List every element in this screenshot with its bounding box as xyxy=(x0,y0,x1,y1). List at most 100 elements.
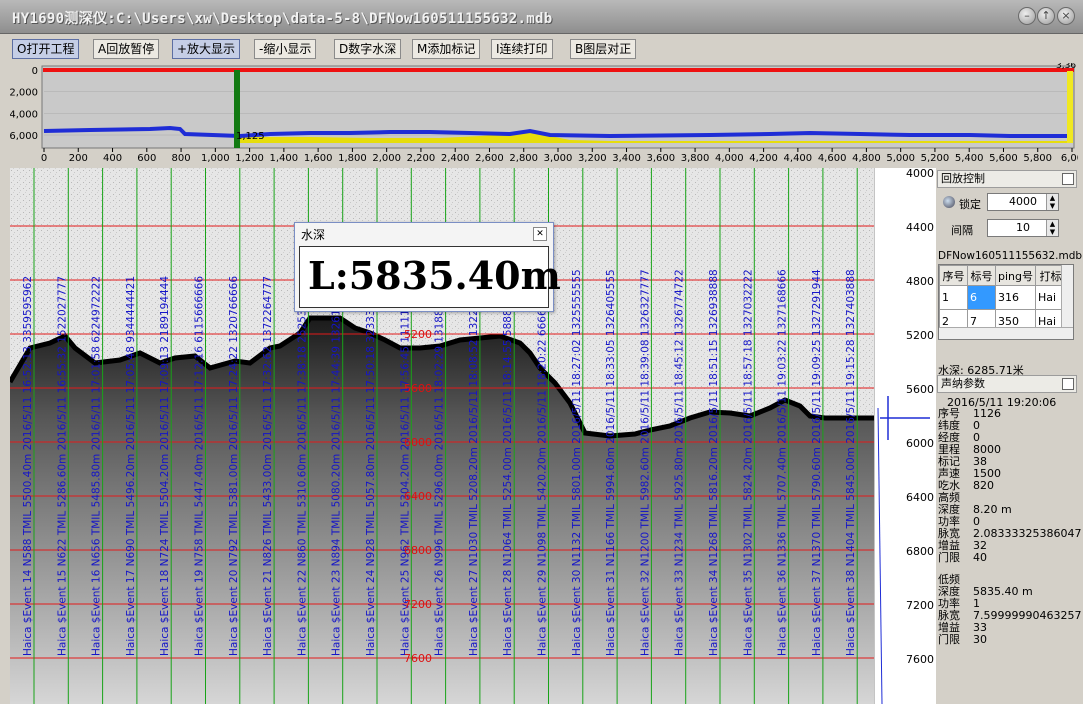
table-vscroll[interactable] xyxy=(1061,265,1073,327)
overview-x-tick: 4,800 xyxy=(852,153,881,164)
event-label: Haica $Event 32 N1200 TMIL 5982.60m 2016… xyxy=(639,269,651,656)
overview-x-tick: 600 xyxy=(137,153,156,164)
overview-svg: 1,125 3,36 0 2,000 4,000 6,000 0 200 400 600 80… xyxy=(9,61,1083,164)
sonar-params-checkbox[interactable] xyxy=(1062,378,1074,390)
depth-label: 6000 xyxy=(404,436,432,449)
popup-close-icon[interactable]: ✕ xyxy=(533,227,547,241)
event-label: Haica $Event 15 N622 TMIL 5286.60m 2016/… xyxy=(56,276,68,656)
depth-label: 5200 xyxy=(404,328,432,341)
depth-axis-tick: 4400 xyxy=(906,221,934,234)
overview-x-tick: 1,000 xyxy=(201,153,230,164)
toolbar: O打开工程 A回放暂停 +放大显示 -缩小显示 D数字水深 M添加标记 I连续打… xyxy=(0,34,1083,64)
table-row[interactable]: 1 6 316 Hai xyxy=(939,285,1066,310)
sonar-params-label: 声纳参数 xyxy=(941,377,985,390)
event-label: Haica $Event 36 N1336 TMIL 5707.40m 2016… xyxy=(777,269,789,656)
digital-depth-button[interactable]: D数字水深 xyxy=(334,39,402,59)
overview-x-tick: 3,000 xyxy=(544,153,573,164)
depth-axis-tick: 7200 xyxy=(906,599,934,612)
overview-y-tick: 2,000 xyxy=(10,88,38,99)
side-panel: 回放控制 锁定 4000 ▲ ▼ 间隔 10 ▲ ▼ DFNow1605111556… xyxy=(937,168,1083,704)
maximize-icon[interactable]: ↑ xyxy=(1037,7,1055,25)
overview-x-tick: 2,400 xyxy=(441,153,470,164)
marker-table[interactable]: 序号 标号 ping号 打标 1 6 316 Hai 2 7 350 Hai xyxy=(938,264,1074,340)
popup-depth-value: L:5835.40m xyxy=(308,253,561,298)
overview-x-tick: 6,00 xyxy=(1061,153,1078,164)
overview-x-tick: 4,000 xyxy=(715,153,744,164)
interval-value-input[interactable]: 10 ▲ ▼ xyxy=(987,219,1059,237)
table-cell[interactable]: 1 xyxy=(939,285,968,310)
overview-x-tick: 1,200 xyxy=(235,153,264,164)
param-value: 30 xyxy=(973,633,987,646)
overview-x-tick: 3,600 xyxy=(646,153,675,164)
overview-edge-bar xyxy=(1067,71,1073,143)
close-icon[interactable]: × xyxy=(1057,7,1075,25)
event-label: Haica $Event 21 N826 TMIL 5433.00m 2016/… xyxy=(262,276,274,656)
zoom-in-button[interactable]: +放大显示 xyxy=(172,39,241,59)
depth-label: 6800 xyxy=(404,544,432,557)
replay-pause-button[interactable]: A回放暂停 xyxy=(93,39,160,59)
file-name: DFNow160511155632.mdb xyxy=(938,250,1083,262)
event-label: Haica $Event 33 N1234 TMIL 5925.80m 2016… xyxy=(674,269,686,656)
lock-spinner-arrows-icon[interactable]: ▲ ▼ xyxy=(1046,194,1058,210)
popup-title: 水深 xyxy=(301,228,326,242)
depth-axis: 4000 4400 4800 5200 5600 6000 6400 6800 7200 7600 xyxy=(873,167,936,704)
continuous-print-button[interactable]: I连续打印 xyxy=(491,39,553,59)
overview-x-tick: 3,200 xyxy=(578,153,607,164)
table-cell[interactable]: 316 xyxy=(995,285,1036,310)
param-datetime: 2016/5/11 19:20:06 xyxy=(947,396,1057,409)
depth-axis-tick: 4800 xyxy=(906,275,934,288)
replay-control-checkbox[interactable] xyxy=(1062,173,1074,185)
table-header[interactable]: 标号 xyxy=(967,265,996,286)
depth-axis-tick: 6000 xyxy=(906,437,934,450)
interval-spinner-arrows-icon[interactable]: ▲ ▼ xyxy=(1046,220,1058,236)
overview-x-tick: 5,400 xyxy=(955,153,984,164)
lock-label: 锁定 xyxy=(959,198,981,211)
lock-value-input[interactable]: 4000 ▲ ▼ xyxy=(987,193,1059,211)
layer-align-button[interactable]: B图层对正 xyxy=(570,39,637,59)
depth-axis-tick: 5200 xyxy=(906,329,934,342)
depth-popup[interactable]: 水深 ✕ L:5835.40m xyxy=(294,222,561,312)
overview-x-tick: 4,600 xyxy=(818,153,847,164)
event-label: Haica $Event 22 N860 TMIL 5310.60m 2016/… xyxy=(296,276,308,656)
event-label: Haica $Event 27 N1030 TMIL 5208.20m 2016… xyxy=(468,269,480,656)
corner-label: 3,36 xyxy=(1056,63,1076,71)
overview-x-tick: 5,800 xyxy=(1023,153,1052,164)
open-project-button[interactable]: O打开工程 xyxy=(12,39,80,59)
lock-radio[interactable] xyxy=(943,196,955,208)
depth-axis-tick: 4000 xyxy=(906,168,934,180)
surface-line xyxy=(43,68,1074,72)
overview-x-tick: 2,200 xyxy=(407,153,436,164)
event-label: Haica $Event 23 N894 TMIL 5080.20m 2016/… xyxy=(331,276,343,656)
param-value: 2.08333325386047 xyxy=(973,527,1082,540)
table-cell[interactable]: 6 xyxy=(967,285,996,310)
depth-axis-tick: 5600 xyxy=(906,383,934,396)
overview-y-tick: 4,000 xyxy=(10,109,38,120)
interval-value-text: 10 xyxy=(1016,221,1030,234)
depth-axis-svg: 4000 4400 4800 5200 5600 6000 6400 6800 7200 7600 xyxy=(873,167,934,704)
event-label: Haica $Event 16 N656 TMIL 5485.80m 2016/… xyxy=(91,276,103,656)
overview-x-tick: 3,400 xyxy=(612,153,641,164)
event-label: Haica $Event 19 N758 TMIL 5447.40m 2016/… xyxy=(194,276,206,656)
lock-value-text: 4000 xyxy=(1009,195,1037,208)
overview-x-tick: 200 xyxy=(69,153,88,164)
overview-profile[interactable]: 1,125 3,36 0 2,000 4,000 6,000 0 200 400 600 80… xyxy=(9,61,1083,166)
overview-x-tick: 400 xyxy=(103,153,122,164)
event-label: Haica $Event 34 N1268 TMIL 5816.20m 2016… xyxy=(708,269,720,656)
event-label: Haica $Event 14 N588 TMIL 5500.40m 2016/… xyxy=(22,276,34,656)
depth-label: 6400 xyxy=(404,490,432,503)
add-marker-button[interactable]: M添加标记 xyxy=(412,39,481,59)
event-label: Haica $Event 37 N1370 TMIL 5790.60m 2016… xyxy=(811,269,823,656)
minimize-icon[interactable]: – xyxy=(1018,7,1036,25)
overview-x-tick: 2,600 xyxy=(475,153,504,164)
table-header[interactable]: 序号 xyxy=(939,265,968,286)
param-label: 门限 xyxy=(938,551,960,564)
depth-axis-tick: 7600 xyxy=(906,653,934,666)
overview-x-tick: 800 xyxy=(172,153,191,164)
title-bar[interactable]: HY1690测深仪:C:\Users\xw\Desktop\data-5-8\D… xyxy=(0,0,1083,34)
table-hscroll[interactable] xyxy=(939,327,1073,339)
table-header[interactable]: ping号 xyxy=(995,265,1036,286)
zoom-out-button[interactable]: -缩小显示 xyxy=(254,39,317,59)
replay-control-header[interactable]: 回放控制 xyxy=(937,170,1077,188)
sonar-params-header[interactable]: 声纳参数 xyxy=(937,375,1077,393)
event-label: Haica $Event 17 N690 TMIL 5496.20m 2016/… xyxy=(125,276,137,656)
